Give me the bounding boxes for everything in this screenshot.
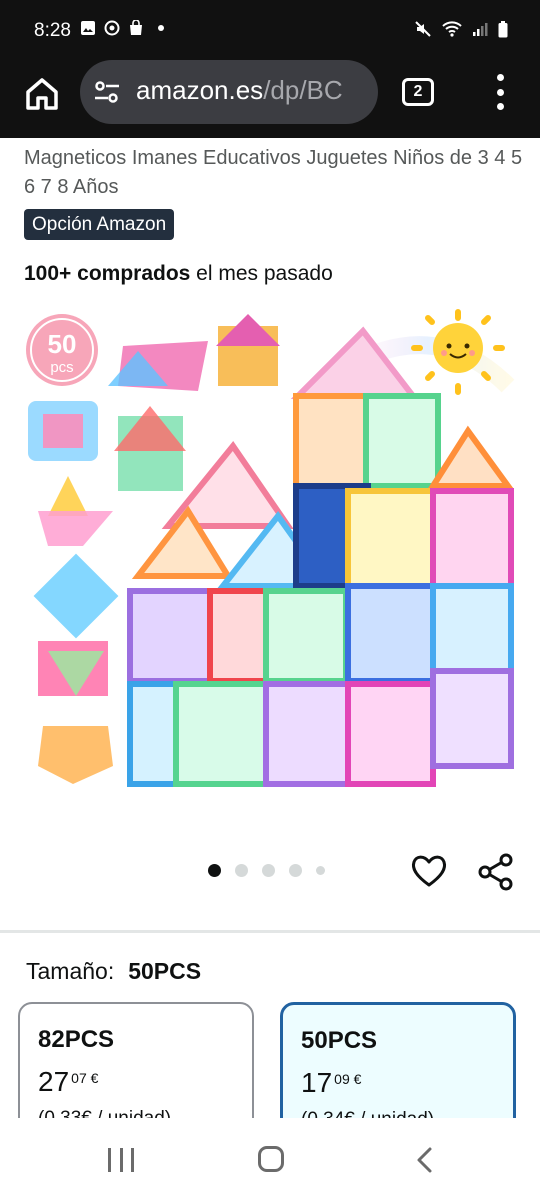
mute-icon [415,21,431,37]
amazon-choice-badge[interactable]: Opción Amazon [24,209,175,240]
system-nav-bar [0,1118,540,1200]
signal-icon [473,23,488,36]
whatsapp-icon [104,20,120,36]
status-bar: 8:28 [0,0,540,60]
section-divider [0,930,540,933]
carousel-dot[interactable] [289,864,302,877]
browser-toolbar: amazon.es/dp/BC 2 [0,60,540,138]
notification-dot-icon [158,25,164,31]
gallery-icon [81,21,95,35]
pieces-count-unit: pcs [50,359,73,376]
address-bar[interactable]: amazon.es/dp/BC [80,60,378,124]
back-icon[interactable] [412,1146,438,1174]
purchase-count-bold: 100+ comprados [24,262,191,285]
wishlist-heart-icon[interactable] [410,852,448,890]
purchase-count-rest: el mes pasado [190,262,333,285]
site-settings-icon[interactable] [94,80,120,104]
magnetic-tiles-structure [127,326,514,787]
status-time: 8:28 [34,20,71,41]
size-selector-label: Tamaño: 50PCS [26,958,201,985]
carousel-dot[interactable] [208,864,221,877]
url-text: amazon.es/dp/BC [136,75,343,106]
product-title[interactable]: Magneticos Imanes Educativos Juguetes Ni… [24,144,524,202]
pieces-count-badge: 50 pcs [26,314,98,386]
battery-icon [498,20,508,37]
option-name: 82PCS [38,1026,115,1053]
option-name: 50PCS [301,1027,378,1054]
option-price: 17 09 € [301,1067,362,1098]
option-price: 27 07 € [38,1066,99,1097]
url-host: amazon.es [136,75,264,105]
tab-switcher-button[interactable]: 2 [402,78,434,106]
carousel-dot[interactable] [262,864,275,877]
overflow-menu-icon[interactable] [492,74,508,110]
recent-apps-icon[interactable] [108,1148,134,1172]
carousel-dot[interactable] [235,864,248,877]
home-icon[interactable] [22,74,62,114]
url-path: /dp/BC [263,75,343,105]
size-label-text: Tamaño: [26,958,115,984]
size-selected-value: 50PCS [128,958,202,984]
wifi-icon [442,21,462,37]
share-icon[interactable] [476,852,516,892]
product-image[interactable]: 50 pcs [18,306,522,806]
pieces-count-number: 50 [48,329,77,359]
purchase-count: 100+ comprados el mes pasado [24,262,333,286]
carousel-indicators [208,864,325,877]
home-button-icon[interactable] [258,1146,284,1172]
carousel-dot[interactable] [316,866,325,875]
shopping-bag-icon [130,20,142,35]
